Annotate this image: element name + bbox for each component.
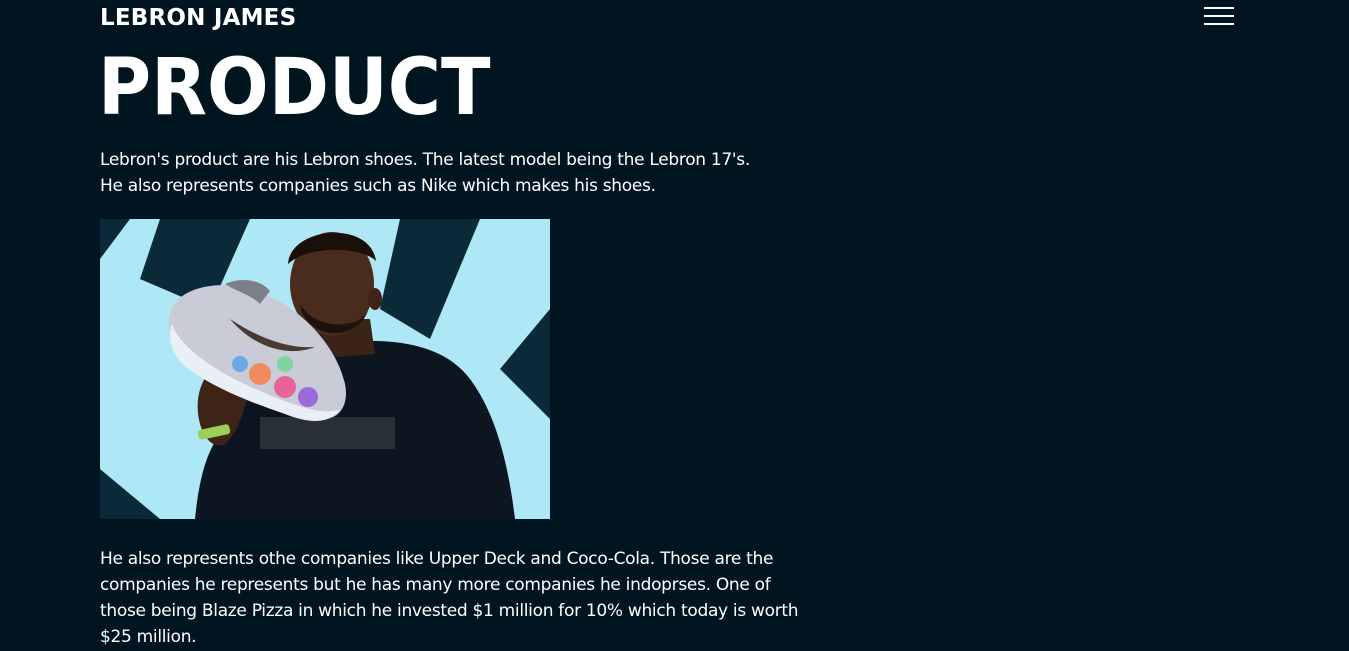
intro-line-2: He also represents companies such as Nik… bbox=[100, 176, 656, 196]
menu-line bbox=[1204, 15, 1234, 17]
page: LEBRON JAMES PRODUCT Lebron's product ar… bbox=[0, 0, 1349, 651]
hamburger-menu-icon[interactable] bbox=[1202, 5, 1236, 29]
companies-paragraph: He also represents othe companies like U… bbox=[100, 549, 799, 647]
product-intro-paragraph: Lebron's product are his Lebron shoes. T… bbox=[100, 147, 800, 199]
intro-line-1: Lebron's product are his Lebron shoes. T… bbox=[100, 150, 750, 170]
menu-line bbox=[1204, 23, 1234, 25]
lebron-shoe-photo bbox=[100, 219, 550, 519]
menu-line bbox=[1204, 7, 1234, 9]
site-brand[interactable]: LEBRON JAMES bbox=[100, 4, 296, 32]
page-title: PRODUCT bbox=[98, 43, 491, 133]
